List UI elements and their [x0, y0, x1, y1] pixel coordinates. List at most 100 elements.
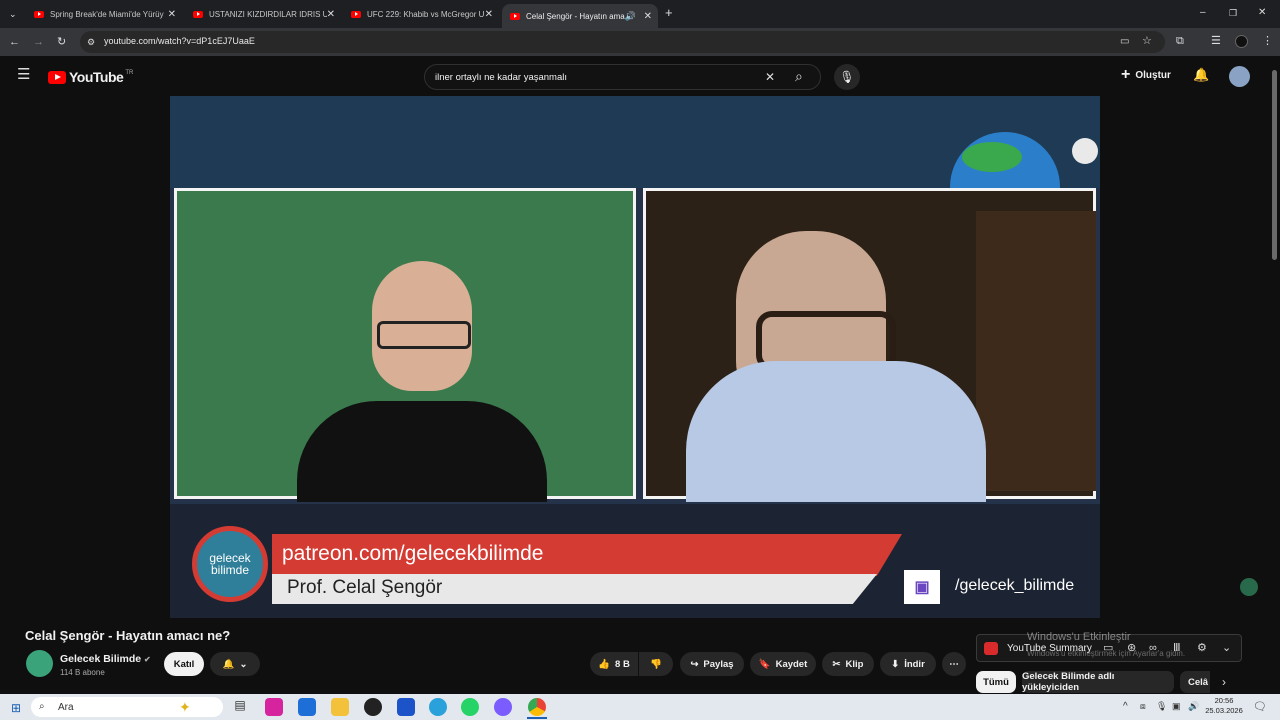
whatsapp-icon[interactable] [461, 698, 479, 716]
tray-overflow-icon[interactable]: ^ [1123, 701, 1128, 712]
task-view-icon[interactable]: ▤ [231, 698, 249, 716]
instagram-icon[interactable] [265, 698, 283, 716]
channel-watermark-icon[interactable] [1240, 578, 1258, 596]
chess-app-icon[interactable] [364, 698, 382, 716]
chip-more[interactable]: Celâ [1180, 671, 1210, 693]
url-field[interactable]: ⚙ youtube.com/watch?v=dP1cEJ7UaaE ▭ ☆ [80, 31, 1165, 53]
browser-tab-1[interactable]: Spring Break'de Miami'de Yürüy ✕ [26, 4, 182, 24]
chip-all[interactable]: Tümü [976, 671, 1016, 693]
download-icon: ⬇ [891, 658, 900, 670]
gelecek-bilimde-logo: gelecek bilimde [192, 526, 268, 602]
search-input[interactable]: ilner ortaylı ne kadar yaşanmalı ✕ ⌕ [424, 64, 821, 90]
window-close-icon[interactable]: ✕ [1258, 7, 1266, 19]
reload-icon[interactable]: ↻ [57, 36, 66, 48]
restore-icon[interactable]: ❐ [1229, 7, 1237, 19]
channel-avatar[interactable] [26, 650, 53, 677]
chips-next-icon[interactable]: › [1222, 676, 1226, 688]
outlook-icon[interactable] [298, 698, 316, 716]
share-icon: ↪ [690, 658, 699, 670]
volume-icon[interactable]: 🔊 [1188, 701, 1199, 712]
summary-ai-icon[interactable]: ⊛ [1127, 642, 1136, 654]
reading-list-icon[interactable]: ☰ [1211, 35, 1221, 47]
new-tab-icon[interactable]: + [665, 6, 673, 19]
back-icon[interactable]: ← [9, 36, 20, 48]
address-bar-row: ← → ↻ ⚙ youtube.com/watch?v=dP1cEJ7UaaE … [0, 28, 1280, 56]
close-tab-icon[interactable]: ✕ [327, 9, 335, 20]
summary-expand-icon[interactable]: ⌄ [1222, 642, 1231, 654]
network-icon[interactable]: ▣ [1172, 701, 1181, 712]
trello-icon[interactable] [397, 698, 415, 716]
tray-app-icon[interactable]: ⧈ [1140, 701, 1146, 712]
youtube-logo-icon [48, 70, 66, 84]
bookmark-icon: 🔖 [758, 658, 771, 670]
youtube-favicon-icon [351, 10, 361, 18]
browser-menu-icon[interactable]: ⋮ [1262, 35, 1273, 47]
scissors-icon: ✂ [832, 658, 841, 670]
summary-audio-icon[interactable]: Ⅲ [1173, 642, 1181, 654]
browser-tab-3[interactable]: UFC 229: Khabib vs McGregor U ✕ [343, 4, 499, 24]
host-glasses [377, 321, 471, 349]
taskbar-search-icon: ⌕ [39, 701, 45, 712]
share-button[interactable]: ↪ Paylaş [680, 652, 744, 676]
close-tab-icon[interactable]: ✕ [485, 9, 493, 20]
account-avatar[interactable] [1229, 66, 1250, 87]
channel-name[interactable]: Gelecek Bilimde ✔ [60, 653, 151, 665]
summary-glasses-icon[interactable]: ∞ [1149, 642, 1157, 654]
chevron-down-icon: ⌄ [239, 658, 248, 670]
search-highlight-icon: ✦ [179, 699, 191, 715]
activation-watermark-title: Windows'u Etkinleştir [1027, 631, 1131, 643]
download-button[interactable]: ⬇ İndir [880, 652, 936, 676]
chip-uploader[interactable]: Gelecek Bilimde adlı yükleyiciden [1022, 671, 1174, 693]
browser-tab-bar: ⌄ Spring Break'de Miami'de Yürüy ✕ USTAN… [0, 0, 1280, 28]
messenger-icon[interactable] [494, 698, 512, 716]
subscribed-bell-button[interactable]: 🔔 ⌄ [210, 652, 260, 676]
file-explorer-icon[interactable] [331, 698, 349, 716]
guest-shirt [686, 361, 986, 502]
summary-settings-icon[interactable]: ⚙ [1197, 642, 1207, 654]
patreon-text: patreon.com/gelecekbilimde [282, 542, 544, 565]
telegram-icon[interactable] [429, 698, 447, 716]
microphone-icon[interactable]: 🎙 [1156, 701, 1167, 712]
chrome-icon[interactable] [528, 698, 546, 716]
search-icon[interactable]: ⌕ [795, 69, 803, 83]
notification-center-icon[interactable]: 🗨 [1253, 700, 1267, 713]
site-info-icon[interactable]: ⚙ [87, 36, 95, 48]
notifications-bell-icon[interactable]: 🔔 [1193, 68, 1209, 81]
guest-video-panel [643, 188, 1096, 502]
minimize-icon[interactable]: – [1200, 7, 1206, 19]
join-button[interactable]: Katıl [164, 652, 204, 676]
video-title: Celal Şengör - Hayatın amacı ne? [25, 628, 231, 643]
clip-button[interactable]: ✂ Klip [822, 652, 874, 676]
taskbar-clock[interactable]: 20:56 25.03.2026 [1204, 696, 1244, 716]
save-button[interactable]: 🔖 Kaydet [750, 652, 816, 676]
dislike-button[interactable]: 👎 [639, 652, 673, 676]
browser-tab-2[interactable]: USTANIZI KIZDIRDILAR IDRIS U ✕ [185, 4, 341, 24]
cast-icon[interactable]: ▭ [1120, 36, 1129, 48]
youtube-favicon-icon [34, 10, 44, 18]
close-tab-icon[interactable]: ✕ [168, 9, 176, 20]
youtube-logo[interactable]: YouTube TR [48, 69, 133, 85]
taskbar-search-box[interactable]: ⌕ Ara ✦ [31, 697, 223, 717]
page-scrollbar-thumb[interactable] [1272, 70, 1277, 260]
bookmark-star-icon[interactable]: ☆ [1142, 35, 1152, 47]
windows-start-icon[interactable]: ⊞ [11, 701, 21, 715]
host-shirt [297, 401, 547, 502]
hamburger-menu-icon[interactable]: ☰ [17, 67, 30, 82]
summary-video-icon[interactable]: ▭ [1103, 642, 1113, 654]
youtube-summary-panel[interactable]: YouTube Summary Windows'u Etkinleştir Wi… [976, 631, 1242, 662]
voice-search-icon[interactable]: 🎙 [834, 64, 860, 90]
audio-playing-icon[interactable]: 🔊 [625, 11, 636, 22]
more-horizontal-icon: ⋯ [949, 658, 959, 670]
clear-search-icon[interactable]: ✕ [765, 71, 775, 83]
extensions-icon[interactable]: ⧉ [1176, 35, 1184, 47]
browser-tab-4[interactable]: Celal Şengör - Hayatın ama 🔊 ✕ [502, 4, 658, 28]
moon-graphic [1072, 138, 1098, 164]
create-button[interactable]: + Oluştur [1121, 67, 1171, 83]
like-button[interactable]: 👍 8 B [590, 652, 638, 676]
tab-list-icon[interactable]: ⌄ [9, 8, 17, 20]
profile-avatar-icon[interactable] [1235, 35, 1248, 48]
video-player[interactable]: patreon.com/gelecekbilimde Prof. Celal Ş… [170, 96, 1100, 618]
more-actions-button[interactable]: ⋯ [942, 652, 966, 676]
close-tab-icon[interactable]: ✕ [644, 11, 652, 22]
forward-icon[interactable]: → [33, 36, 44, 48]
